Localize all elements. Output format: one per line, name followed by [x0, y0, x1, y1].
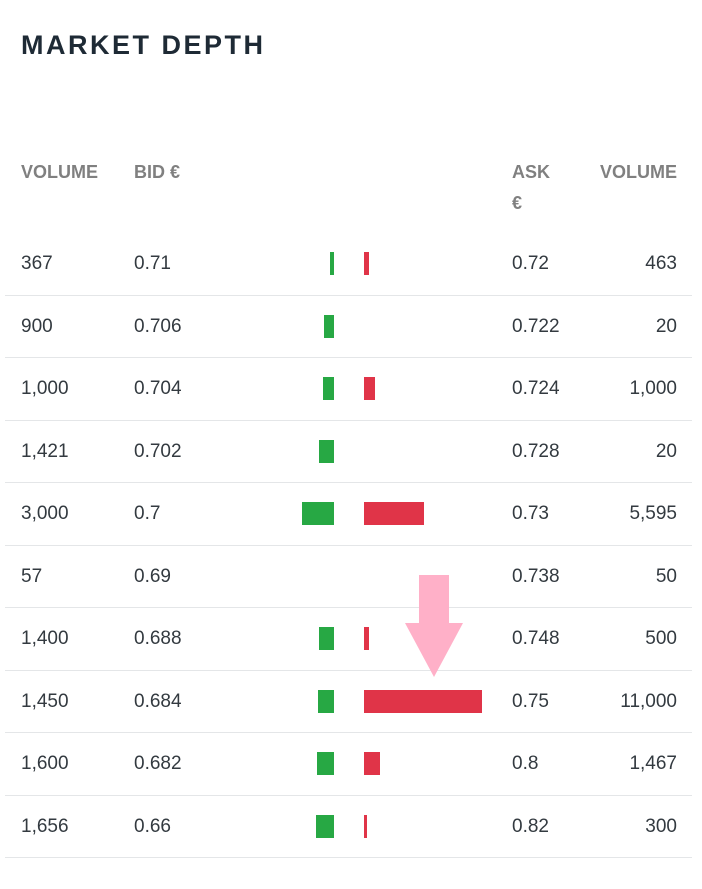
bid-price-cell: 0.684: [134, 690, 182, 712]
bid-volume-cell: 1,450: [21, 690, 69, 712]
ask-price-cell: 0.722: [512, 315, 560, 337]
bid-volume-bar: [316, 814, 334, 838]
ask-price-cell: 0.73: [512, 503, 549, 524]
ask-volume-cell: 463: [645, 253, 677, 274]
depth-row: 1,000 0.704 0.724 1,000: [5, 358, 692, 421]
bid-price-header: BID €: [134, 162, 181, 182]
bid-volume-bar: [302, 502, 334, 525]
bid-price-cell: 0.702: [134, 440, 182, 462]
bid-price-cell: 0.7: [134, 503, 161, 524]
bid-volume-cell: 57: [21, 565, 43, 587]
ask-volume-cell: 50: [655, 565, 677, 587]
bid-volume-cell: 1,421: [21, 440, 69, 462]
depth-row: 1,421 0.702 0.728 20: [5, 421, 692, 483]
ask-volume-cell: 20: [655, 440, 677, 462]
bid-volume-cell: 3,000: [21, 503, 69, 524]
bid-price-cell: 0.688: [134, 628, 182, 649]
ask-volume-bar: [364, 502, 424, 525]
depth-row: 1,450 0.684 0.75 11,000: [5, 671, 692, 733]
bid-volume-cell: 900: [21, 315, 53, 337]
depth-row: 57 0.69 0.738 50: [5, 546, 692, 608]
ask-volume-cell: 1,000: [629, 378, 677, 399]
page-title: MARKET DEPTH: [21, 30, 266, 60]
ask-price-cell: 0.724: [512, 378, 560, 399]
bid-volume-cell: 367: [21, 253, 53, 274]
depth-row: 1,656 0.66 0.82 300: [5, 796, 692, 858]
bid-price-cell: 0.706: [134, 315, 182, 337]
ask-volume-bar: [364, 689, 482, 713]
bid-price-cell: 0.682: [134, 753, 182, 774]
ask-volume-cell: 1,467: [629, 753, 677, 774]
bid-volume-cell: 1,400: [21, 628, 69, 649]
ask-price-cell: 0.728: [512, 440, 560, 462]
depth-row: 367 0.71 0.72 463: [5, 233, 692, 296]
ask-volume-cell: 11,000: [620, 690, 677, 712]
bid-volume-bar: [330, 252, 334, 275]
depth-row: 1,400 0.688 0.748 500: [5, 608, 692, 671]
depth-row: 3,000 0.7 0.73 5,595: [5, 483, 692, 546]
bid-volume-bar: [319, 439, 334, 463]
ask-price-header: ASK €: [512, 162, 551, 213]
bid-volume-cell: 1,656: [21, 815, 69, 837]
bid-price-cell: 0.69: [134, 565, 171, 587]
ask-volume-bar: [364, 627, 369, 650]
ask-volume-bar: [364, 377, 375, 400]
ask-volume-bar: [364, 252, 369, 275]
bid-volume-bar: [318, 689, 334, 713]
ask-price-cell: 0.82: [512, 815, 549, 837]
ask-volume-cell: 20: [655, 315, 677, 337]
depth-row: 900 0.706 0.722 20: [5, 296, 692, 358]
bid-volume-bar: [317, 752, 334, 775]
ask-volume-bar: [364, 752, 380, 775]
bid-price-cell: 0.704: [134, 378, 182, 399]
ask-volume-bar: [364, 814, 367, 838]
bid-price-cell: 0.66: [134, 815, 171, 837]
ask-price-cell: 0.72: [512, 253, 549, 274]
bid-volume-header: VOLUME: [21, 162, 99, 182]
ask-volume-cell: 500: [645, 628, 677, 649]
ask-price-cell: 0.8: [512, 753, 539, 774]
bid-volume-bar: [319, 627, 334, 650]
bid-volume-cell: 1,600: [21, 753, 69, 774]
ask-volume-cell: 5,595: [629, 503, 677, 524]
ask-price-cell: 0.748: [512, 628, 560, 649]
depth-row: 1,600 0.682 0.8 1,467: [5, 733, 692, 796]
ask-volume-cell: 300: [645, 815, 677, 837]
ask-price-cell: 0.75: [512, 690, 549, 712]
bid-volume-bar: [324, 314, 334, 338]
bid-volume-bar: [323, 377, 334, 400]
bid-price-cell: 0.71: [134, 253, 171, 274]
bid-volume-cell: 1,000: [21, 378, 69, 399]
market-depth-table: 367 0.71 0.72 463 900 0.706 0.722 20 1,000 0.704 0…: [5, 233, 692, 858]
ask-volume-header: VOLUME: [599, 162, 677, 182]
ask-price-cell: 0.738: [512, 565, 560, 587]
